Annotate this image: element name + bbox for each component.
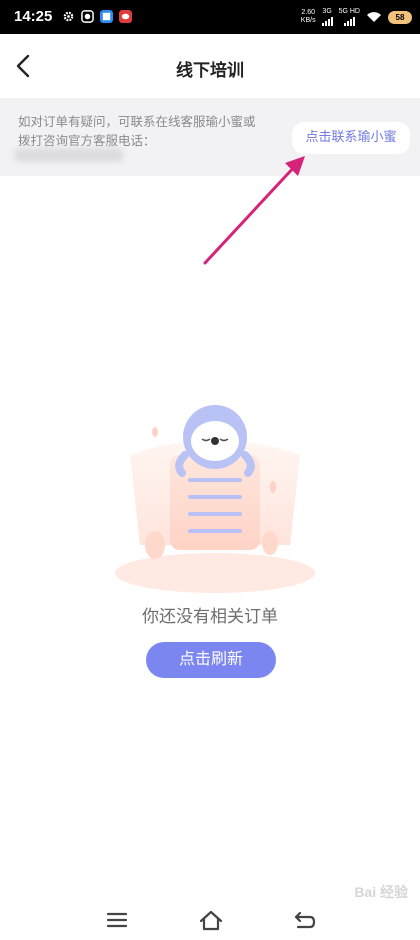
watermark: Bai 经验	[354, 884, 408, 900]
empty-state-message: 你还没有相关订单	[142, 607, 278, 627]
annotation-arrow	[203, 156, 305, 265]
back-nav-icon[interactable]	[292, 909, 318, 931]
refresh-button[interactable]: 点击刷新	[146, 642, 276, 678]
menu-icon[interactable]	[104, 909, 130, 931]
home-icon[interactable]	[198, 909, 224, 931]
empty-orders-illustration	[115, 405, 315, 593]
